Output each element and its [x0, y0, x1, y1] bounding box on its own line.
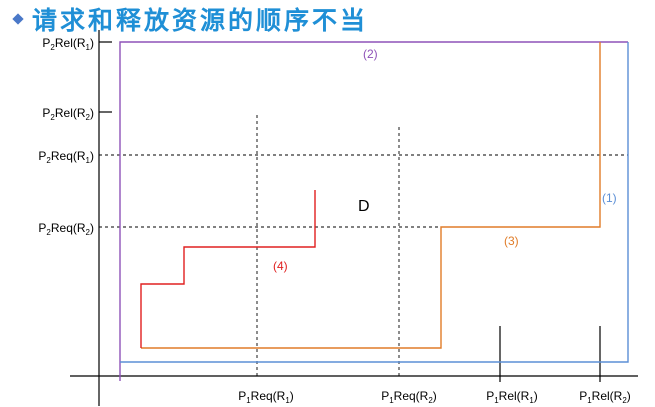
y-label-p2rel-r1-text: Rel(R — [55, 36, 86, 50]
x-label-p1rel-r1-text: Rel(R — [499, 389, 530, 403]
y-label-p2rel-r2-text: Rel(R — [55, 106, 86, 120]
y-label-p2rel-r2-end: ) — [90, 106, 94, 120]
progress-diagram: (2) (1) (3) (4) D P2Rel(R1) P2Rel(R2) P2… — [38, 30, 638, 406]
x-label-p1rel-r1: P1Rel(R1) — [486, 389, 538, 405]
x-label-p1req-r1-text: Req(R — [251, 389, 286, 403]
x-label-p1req-r1-p: P — [238, 389, 246, 403]
y-label-p2req-r2: P2Req(R2) — [38, 221, 94, 237]
x-label-p1rel-r2-end: ) — [627, 389, 631, 403]
path-3-label: (3) — [504, 234, 519, 248]
y-label-p2rel-r1-end: ) — [90, 36, 94, 50]
y-label-p2req-r2-p: P — [38, 221, 46, 235]
path-2-label: (2) — [363, 47, 378, 61]
path-3-line — [141, 42, 601, 349]
x-label-p1req-r2-p: P — [381, 389, 389, 403]
path-2-line — [119, 41, 628, 381]
y-label-p2rel-r1-p: P — [42, 36, 50, 50]
x-label-p1req-r2-end: ) — [433, 389, 437, 403]
x-label-p1rel-r2: P1Rel(R2) — [579, 389, 631, 405]
y-label-p2rel-r2-p: P — [42, 106, 50, 120]
y-label-p2rel-r1: P2Rel(R1) — [42, 36, 94, 52]
x-label-p1req-r2-text: Req(R — [394, 389, 429, 403]
region-d-label: D — [358, 198, 370, 215]
x-label-p1req-r1: P1Req(R1) — [238, 389, 294, 405]
path-1-line — [120, 42, 629, 363]
y-label-p2req-r1-p: P — [38, 149, 46, 163]
x-label-p1rel-r1-p: P — [486, 389, 494, 403]
y-label-p2req-r1-text: Req(R — [51, 149, 86, 163]
y-label-p2req-r2-end: ) — [90, 221, 94, 235]
y-label-p2req-r1-end: ) — [90, 149, 94, 163]
x-label-p1rel-r1-end: ) — [534, 389, 538, 403]
path-4-label: (4) — [273, 259, 288, 273]
x-label-p1rel-r2-text: Rel(R — [592, 389, 623, 403]
x-label-p1req-r2: P1Req(R2) — [381, 389, 437, 405]
path-1-label: (1) — [602, 191, 617, 205]
y-label-p2req-r1: P2Req(R1) — [38, 149, 94, 165]
path-4-line — [140, 190, 316, 348]
x-label-p1req-r1-end: ) — [290, 389, 294, 403]
y-label-p2rel-r2: P2Rel(R2) — [42, 106, 94, 122]
y-label-p2req-r2-text: Req(R — [51, 221, 86, 235]
x-label-p1rel-r2-p: P — [579, 389, 587, 403]
